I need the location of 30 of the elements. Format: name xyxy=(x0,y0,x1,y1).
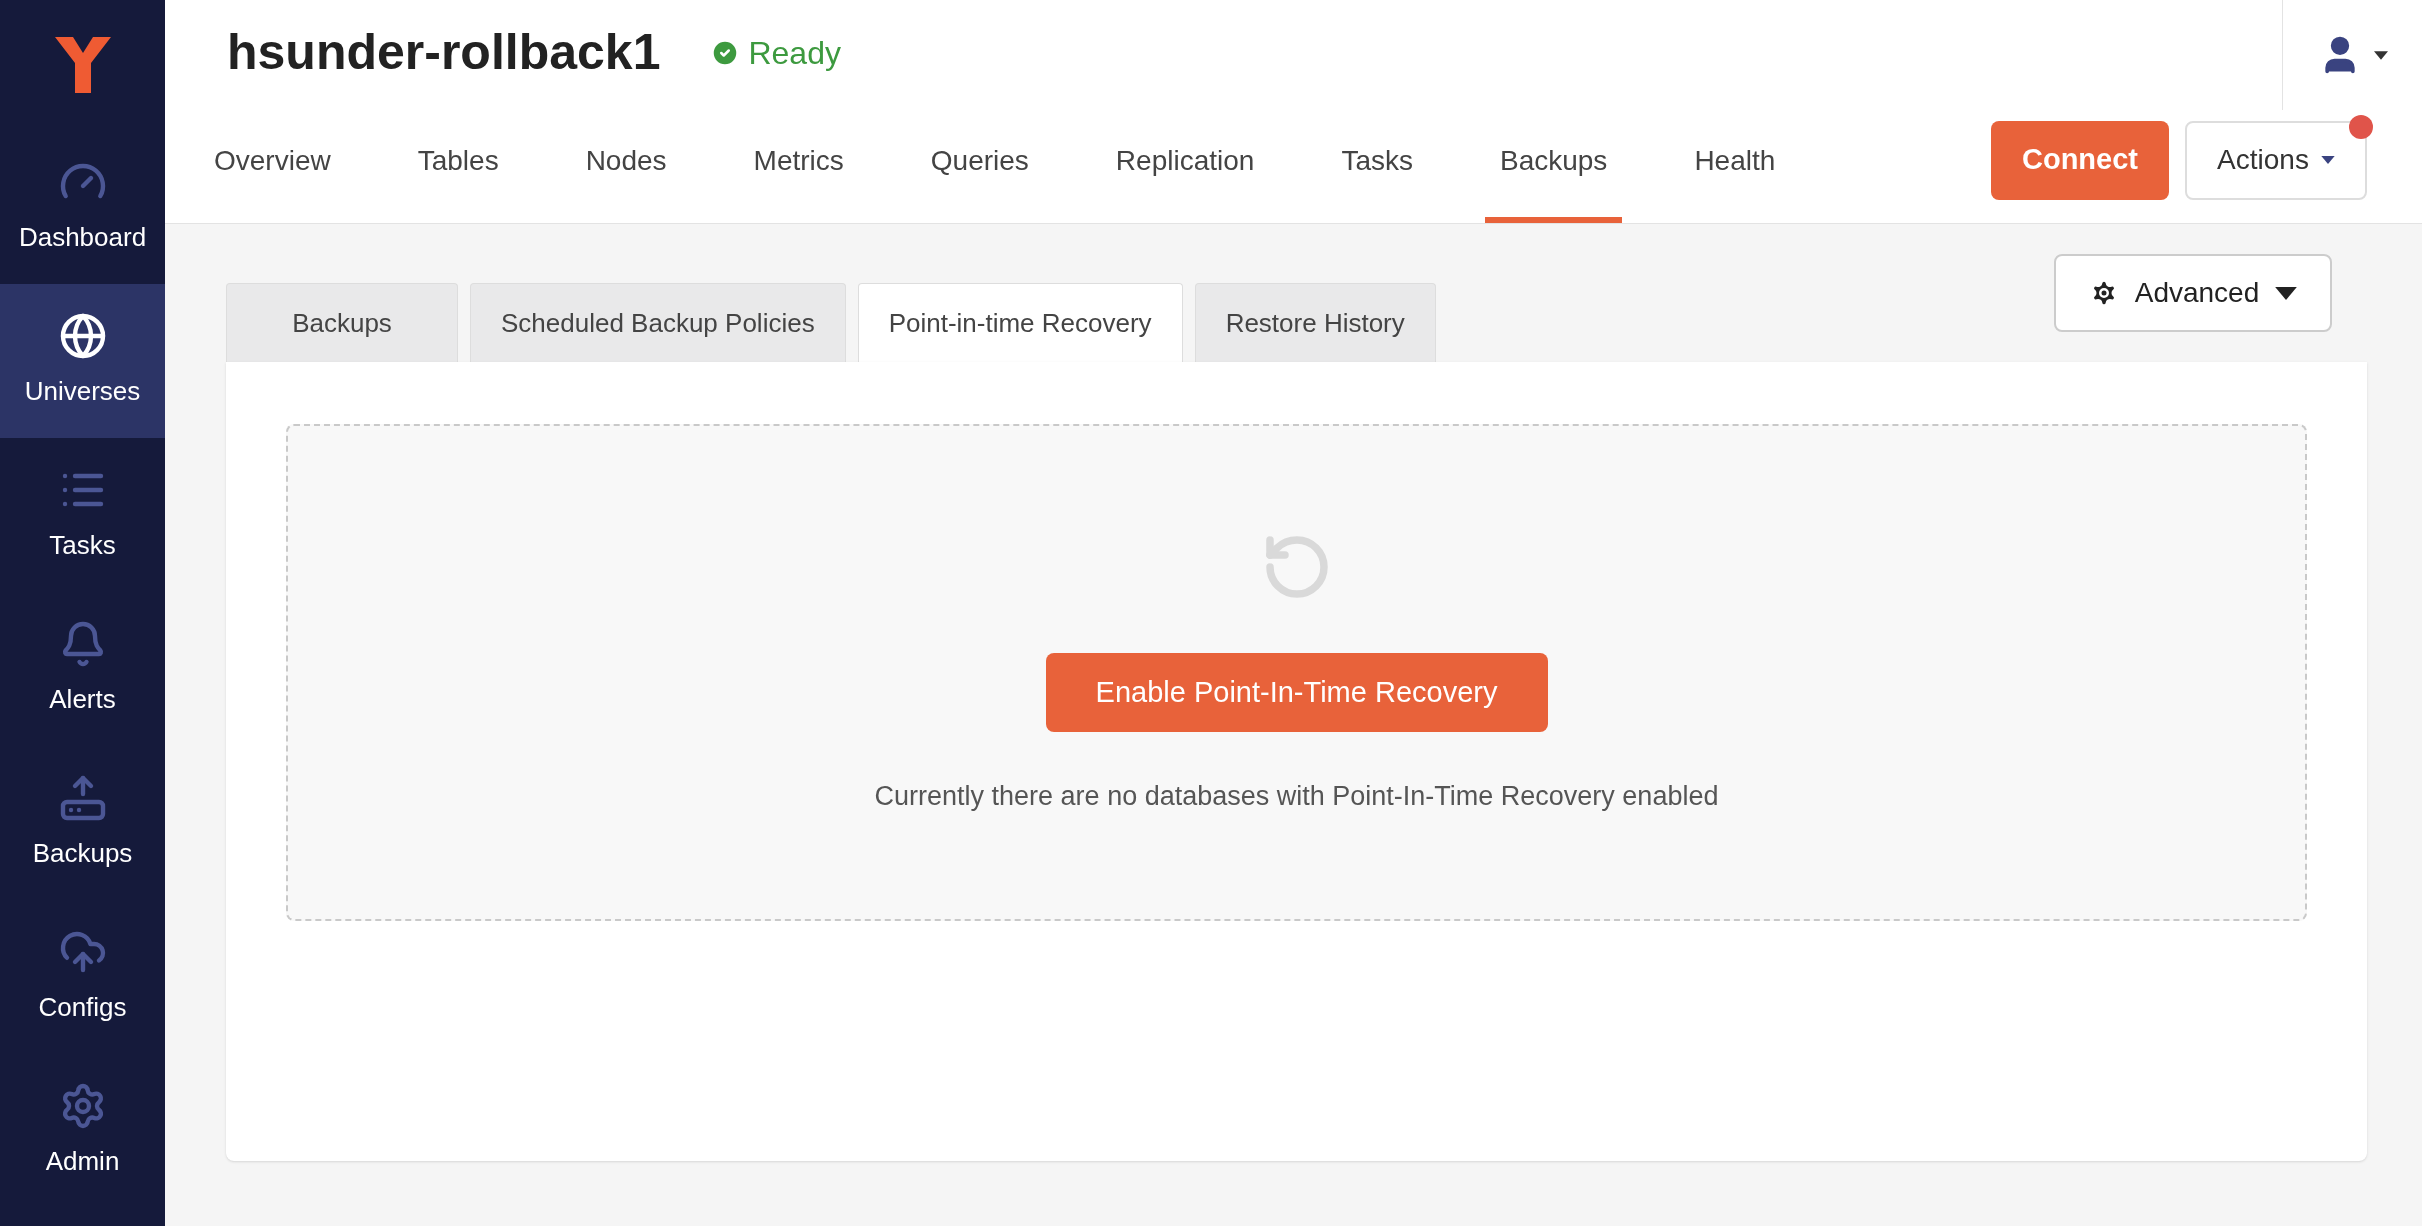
nav-tab[interactable]: Nodes xyxy=(570,105,682,223)
nav-tab[interactable]: Overview xyxy=(199,105,346,223)
globe-icon xyxy=(58,311,107,360)
nav-tab[interactable]: Queries xyxy=(915,105,1044,223)
sidebar-item[interactable]: Alerts xyxy=(0,592,165,746)
nav-tab[interactable]: Health xyxy=(1679,105,1791,223)
sub-tab[interactable]: Point-in-time Recovery xyxy=(857,283,1183,362)
upload-icon xyxy=(58,773,107,822)
sidebar-item[interactable]: Backups xyxy=(0,746,165,900)
actions-button[interactable]: Actions xyxy=(2185,120,2367,200)
caret-icon xyxy=(2373,50,2388,60)
empty-state-message: Currently there are no databases with Point-In-Time Recovery enabled xyxy=(874,780,1719,813)
status-label: Ready xyxy=(748,33,841,73)
sub-tab[interactable]: Backups xyxy=(226,283,458,362)
sidebar-item[interactable]: Admin xyxy=(0,1054,165,1208)
sidebar-item[interactable]: Tasks xyxy=(0,438,165,592)
advanced-button[interactable]: Advanced xyxy=(2054,254,2332,332)
nav-tab[interactable]: Metrics xyxy=(738,105,859,223)
nav-tab[interactable]: Replication xyxy=(1100,105,1270,223)
nav-tab[interactable]: Tables xyxy=(402,105,514,223)
sidebar-item[interactable]: Configs xyxy=(0,900,165,1054)
sub-tab[interactable]: Scheduled Backup Policies xyxy=(470,283,846,362)
caret-icon xyxy=(2275,286,2298,300)
nav-tab[interactable]: Tasks xyxy=(1326,105,1428,223)
sidebar-item[interactable]: Dashboard xyxy=(0,130,165,284)
nav-tab[interactable]: Backups xyxy=(1484,105,1623,223)
sub-tab[interactable]: Restore History xyxy=(1194,283,1436,362)
sidebar-item[interactable]: Universes xyxy=(0,284,165,438)
universe-title: hsunder-rollback1 xyxy=(227,23,661,82)
caret-icon xyxy=(2320,156,2335,164)
